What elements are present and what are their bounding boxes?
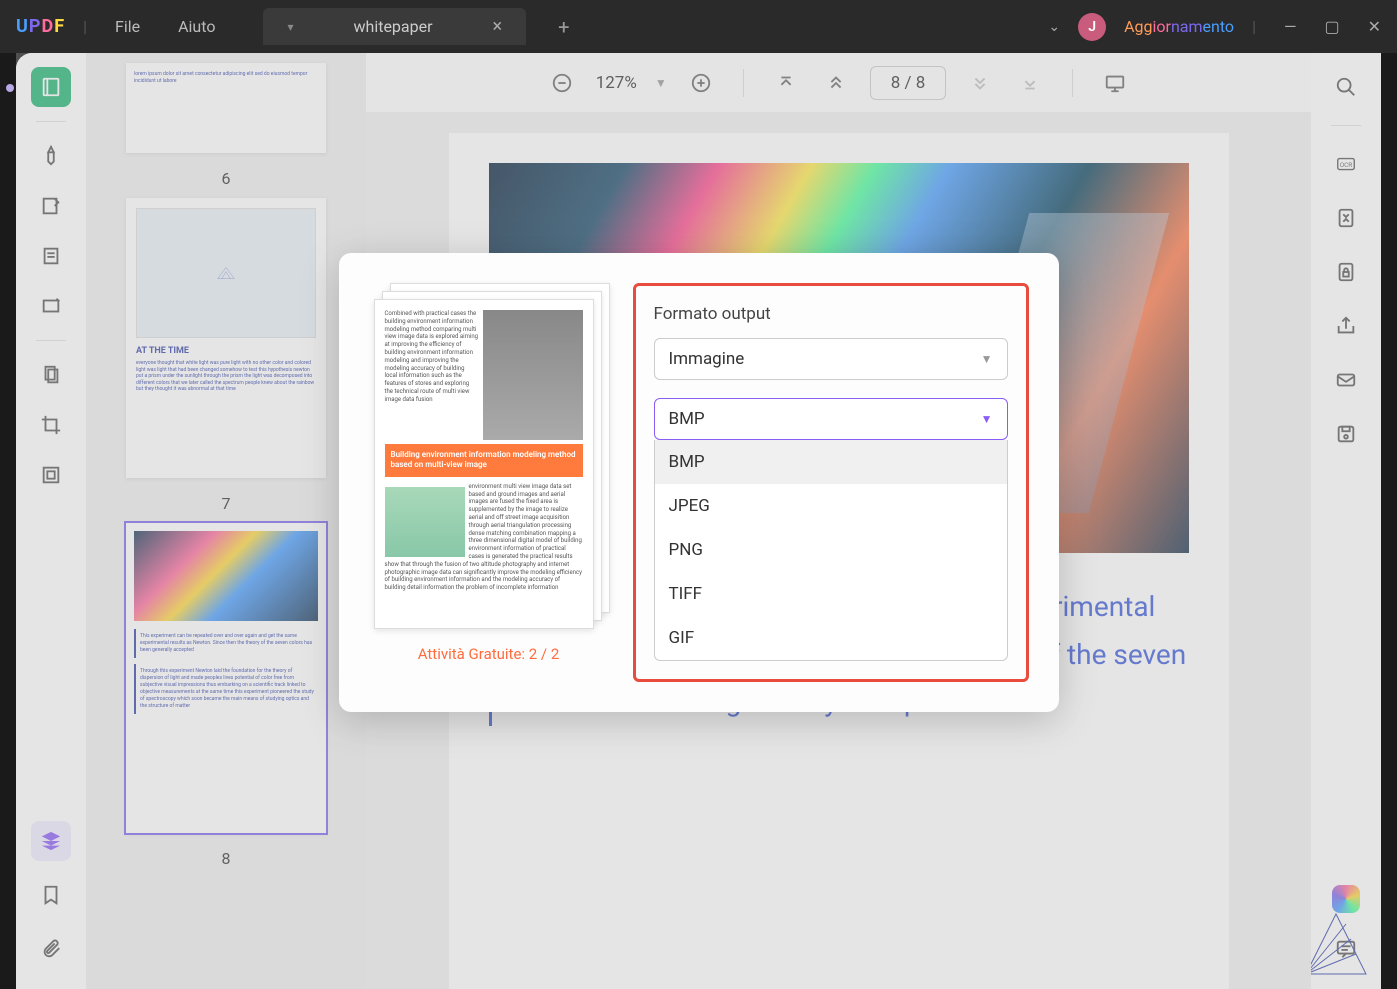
output-format-label: Formato output <box>654 304 1008 324</box>
image-format-value: BMP <box>669 409 705 429</box>
avatar[interactable]: J <box>1078 13 1106 41</box>
chevron-down-icon: ▼ <box>981 352 993 366</box>
app-logo: UPDF <box>16 16 65 37</box>
divider: | <box>83 17 87 36</box>
format-option-bmp[interactable]: BMP <box>655 440 1007 484</box>
document-tab[interactable]: ▾ whitepaper × <box>263 8 526 45</box>
tab-dropdown-icon[interactable]: ▾ <box>287 20 293 34</box>
image-format-select[interactable]: BMP ▼ <box>654 398 1008 440</box>
menu-help[interactable]: Aiuto <box>168 11 225 42</box>
chevron-down-icon[interactable]: ⌄ <box>1048 19 1060 35</box>
format-option-jpeg[interactable]: JPEG <box>655 484 1007 528</box>
free-activities-label: Attività Gratuite: 2 / 2 <box>418 645 560 663</box>
export-modal: Combined with practical cases the buildi… <box>339 253 1059 712</box>
close-icon[interactable]: × <box>493 16 503 37</box>
chevron-down-icon: ▼ <box>981 412 993 426</box>
tab-title: whitepaper <box>353 17 432 36</box>
scroll-indicator <box>6 84 14 92</box>
format-option-tiff[interactable]: TIFF <box>655 572 1007 616</box>
export-preview: Combined with practical cases the buildi… <box>369 283 609 682</box>
add-tab-button[interactable]: + <box>558 15 569 39</box>
modal-overlay: Combined with practical cases the buildi… <box>16 53 1381 989</box>
update-label[interactable]: Aggiornamento <box>1124 17 1234 36</box>
format-option-png[interactable]: PNG <box>655 528 1007 572</box>
close-button[interactable]: ✕ <box>1368 17 1381 36</box>
preview-page-front: Combined with practical cases the buildi… <box>374 299 594 629</box>
titlebar: UPDF | File Aiuto ▾ whitepaper × + ⌄ J A… <box>0 0 1397 53</box>
output-type-select[interactable]: Immagine ▼ <box>654 338 1008 380</box>
divider: | <box>1252 17 1256 36</box>
minimize-button[interactable]: — <box>1284 17 1297 36</box>
format-option-gif[interactable]: GIF <box>655 616 1007 660</box>
menu-file[interactable]: File <box>105 11 150 42</box>
export-form: Formato output Immagine ▼ BMP ▼ BMP JPEG… <box>633 283 1029 682</box>
maximize-button[interactable]: ▢ <box>1324 17 1339 36</box>
output-type-value: Immagine <box>669 349 745 369</box>
preview-highlight: Building environment information modelin… <box>385 444 583 477</box>
image-format-dropdown: BMP JPEG PNG TIFF GIF <box>654 440 1008 661</box>
main-area: lorem ipsum dolor sit amet consectetur a… <box>16 53 1381 989</box>
